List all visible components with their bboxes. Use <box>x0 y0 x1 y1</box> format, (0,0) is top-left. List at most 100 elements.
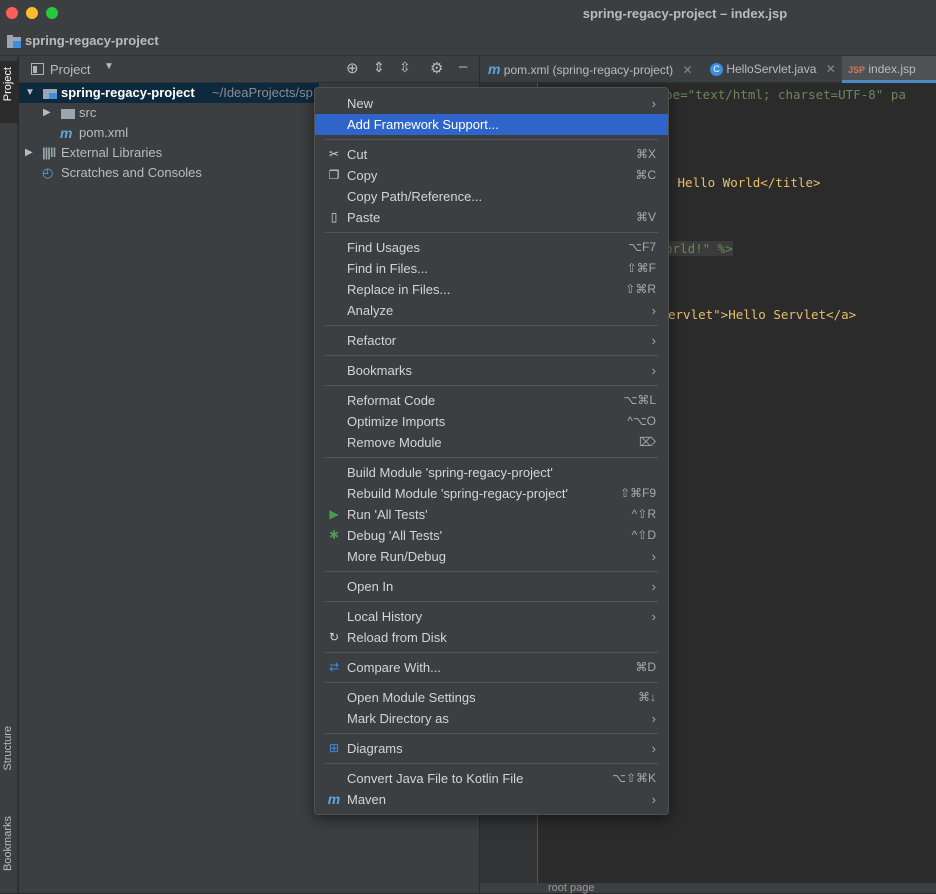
hide-panel-icon[interactable]: – <box>459 58 467 75</box>
breadcrumb-text[interactable]: root page <box>548 883 594 894</box>
breadcrumb-project[interactable]: spring-regacy-project <box>25 33 159 48</box>
menu-item-analyze[interactable]: Analyze › <box>315 300 668 321</box>
menu-item-add-framework-support[interactable]: Add Framework Support... <box>315 114 668 135</box>
menu-item-find-usages[interactable]: Find Usages ⌥F7 <box>315 237 668 258</box>
menu-item-bookmarks[interactable]: Bookmarks › <box>315 360 668 381</box>
tree-item-path: ~/IdeaProjects/sp <box>212 85 313 100</box>
tab-label: pom.xml (spring-regacy-project) <box>503 63 674 77</box>
menu-item-local-history[interactable]: Local History › <box>315 606 668 627</box>
menu-separator <box>325 601 658 602</box>
project-panel-header: Project ▼ ⊕ ⇕ ⇳ ⚙ – <box>19 56 479 83</box>
jsp-file-icon: JSP <box>848 65 866 75</box>
menu-item-optimize-imports[interactable]: Optimize Imports ^⌥O <box>315 411 668 432</box>
copy-icon: ❐ <box>328 168 340 182</box>
tree-item-external-libraries[interactable]: ▶ |||‖ External Libraries <box>19 143 319 163</box>
menu-item-label: Find in Files... <box>347 261 428 276</box>
tree-item-project[interactable]: ▼ spring-regacy-project ~/IdeaProjects/s… <box>19 83 319 103</box>
tree-item-scratches[interactable]: ◴ Scratches and Consoles <box>19 163 319 183</box>
menu-item-mark-directory[interactable]: Mark Directory as › <box>315 708 668 729</box>
collapse-all-icon[interactable]: ⇳ <box>399 59 411 76</box>
menu-item-compare-with[interactable]: ⇄ Compare With... ⌘D <box>315 657 668 678</box>
left-tool-strip: Project Structure Bookmarks <box>0 56 18 893</box>
menu-item-more-run-debug[interactable]: More Run/Debug › <box>315 546 668 567</box>
menu-item-reload-from-disk[interactable]: ↻ Reload from Disk <box>315 627 668 648</box>
project-view-icon <box>31 63 44 75</box>
gear-icon[interactable]: ⚙ <box>430 59 443 77</box>
menu-item-run-all-tests[interactable]: ▶ Run 'All Tests' ^⇧R <box>315 504 668 525</box>
editor-breadcrumb: root page <box>480 883 936 894</box>
tree-item-label: pom.xml <box>79 125 129 140</box>
menu-separator <box>325 763 658 764</box>
menu-item-cut[interactable]: ✂ Cut ⌘X <box>315 144 668 165</box>
menu-item-label: Add Framework Support... <box>347 117 499 132</box>
menu-item-paste[interactable]: ▯ Paste ⌘V <box>315 207 668 228</box>
maven-icon: m <box>488 61 501 77</box>
menu-item-shortcut: ⌥⌘L <box>623 393 656 407</box>
menu-item-copy[interactable]: ❐ Copy ⌘C <box>315 165 668 186</box>
menu-item-label: Run 'All Tests' <box>347 507 428 522</box>
reload-icon: ↻ <box>328 630 340 644</box>
close-icon[interactable]: ✕ <box>683 63 693 77</box>
menu-item-open-in[interactable]: Open In › <box>315 576 668 597</box>
menu-item-refactor[interactable]: Refactor › <box>315 330 668 351</box>
chevron-right-icon[interactable]: ▶ <box>25 143 33 163</box>
code-line: ervlet">Hello Servlet</a> <box>668 307 856 322</box>
menu-item-build-module[interactable]: Build Module 'spring-regacy-project' <box>315 462 668 483</box>
menu-item-shortcut: ⇧⌘R <box>625 282 656 296</box>
tree-item-label: Scratches and Consoles <box>61 165 202 180</box>
structure-tool-tab[interactable]: Structure <box>2 726 14 771</box>
tab-index-jsp[interactable]: JSP index.jsp <box>842 56 936 83</box>
tab-label: index.jsp <box>868 62 916 76</box>
expand-all-icon[interactable]: ⇕ <box>373 59 385 76</box>
menu-item-diagrams[interactable]: ⊞ Diagrams › <box>315 738 668 759</box>
tree-item-src[interactable]: ▶ src <box>19 103 319 123</box>
menu-item-reformat-code[interactable]: Reformat Code ⌥⌘L <box>315 390 668 411</box>
menu-item-find-in-files[interactable]: Find in Files... ⇧⌘F <box>315 258 668 279</box>
menu-item-label: Debug 'All Tests' <box>347 528 443 543</box>
debug-icon: ✱ <box>328 528 340 542</box>
tab-pom[interactable]: m pom.xml (spring-regacy-project) ✕ <box>488 56 693 83</box>
code-line: Type="text/html; charset=UTF-8" pa <box>650 87 906 102</box>
menu-item-label: Cut <box>347 147 368 162</box>
menu-item-copy-path[interactable]: Copy Path/Reference... <box>315 186 668 207</box>
menu-item-label: Paste <box>347 210 381 225</box>
menu-item-shortcut: ⌥F7 <box>628 240 656 254</box>
tree-item-pom[interactable]: m pom.xml <box>19 123 319 143</box>
menu-separator <box>325 232 658 233</box>
menu-item-label: Refactor <box>347 333 397 348</box>
menu-item-label: Diagrams <box>347 741 403 756</box>
menu-item-maven[interactable]: m Maven › <box>315 789 668 810</box>
menu-item-debug-all-tests[interactable]: ✱ Debug 'All Tests' ^⇧D <box>315 525 668 546</box>
panel-title[interactable]: Project <box>50 62 90 77</box>
menu-separator <box>325 733 658 734</box>
project-tool-tab[interactable]: Project <box>0 61 18 123</box>
menu-item-label: Maven <box>347 792 387 807</box>
menu-item-new[interactable]: New › <box>315 93 668 114</box>
menu-item-rebuild-module[interactable]: Rebuild Module 'spring-regacy-project' ⇧⌘… <box>315 483 668 504</box>
menu-item-label: Open Module Settings <box>347 690 476 705</box>
menu-item-label: Local History <box>347 609 423 624</box>
close-icon[interactable]: ✕ <box>826 62 836 76</box>
tree-item-label: External Libraries <box>61 145 163 160</box>
menu-separator <box>325 139 658 140</box>
chevron-right-icon: › <box>651 579 656 594</box>
run-icon: ▶ <box>329 507 339 521</box>
locate-icon[interactable]: ⊕ <box>346 59 359 77</box>
code-text: orld!" %> <box>665 241 733 256</box>
chevron-down-icon[interactable]: ▼ <box>25 83 35 103</box>
window-title: spring-regacy-project – index.jsp <box>582 6 788 21</box>
bookmarks-tool-tab[interactable]: Bookmarks <box>2 816 14 871</box>
java-class-icon: C <box>710 63 723 77</box>
menu-separator <box>325 652 658 653</box>
menu-item-label: Remove Module <box>347 435 442 450</box>
chevron-right-icon[interactable]: ▶ <box>43 103 51 123</box>
chevron-right-icon: › <box>651 609 656 624</box>
tab-helloservlet[interactable]: C HelloServlet.java ✕ <box>710 56 836 83</box>
menu-item-convert-to-kotlin[interactable]: Convert Java File to Kotlin File ⌥⇧⌘K <box>315 768 668 789</box>
menu-item-remove-module[interactable]: Remove Module ⌦ <box>315 432 668 453</box>
menu-item-replace-in-files[interactable]: Replace in Files... ⇧⌘R <box>315 279 668 300</box>
menu-item-open-module-settings[interactable]: Open Module Settings ⌘↓ <box>315 687 668 708</box>
scratches-icon: ◴ <box>42 165 54 180</box>
menu-item-label: Copy Path/Reference... <box>347 189 483 204</box>
chevron-down-icon[interactable]: ▼ <box>104 61 114 72</box>
